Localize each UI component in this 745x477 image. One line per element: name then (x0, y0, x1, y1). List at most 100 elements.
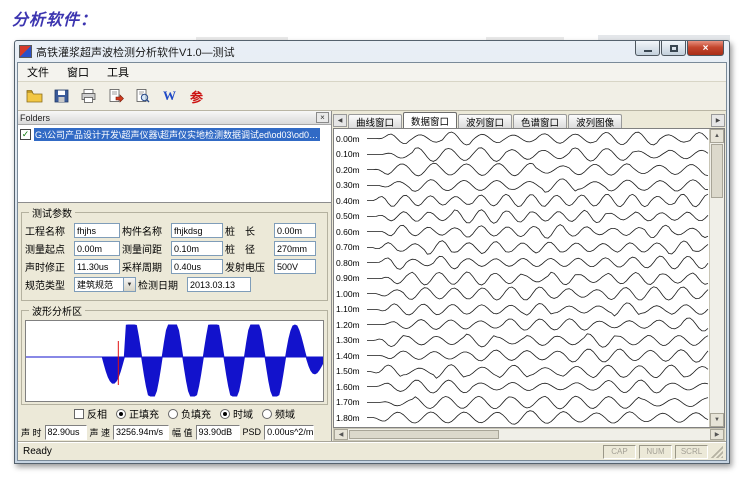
freq-domain-radio[interactable]: 频域 (262, 406, 295, 421)
wave-row[interactable]: 1.70m (334, 395, 709, 411)
scroll-thumb[interactable] (711, 144, 723, 198)
fill-positive-radio[interactable]: 正填充 (116, 406, 159, 421)
time-correction-input[interactable]: 11.30us (74, 259, 120, 274)
scroll-up-icon[interactable]: ▲ (710, 129, 724, 143)
tab-3[interactable]: 波列窗口 (458, 114, 512, 128)
wave-row[interactable]: 0.10m (334, 147, 709, 163)
wave-row[interactable]: 0.80m (334, 255, 709, 271)
tab-scroll-right-icon[interactable]: ▶ (711, 114, 725, 127)
scroll-track[interactable] (710, 199, 724, 413)
open-button[interactable] (22, 84, 47, 108)
wave-row[interactable]: 0.40m (334, 193, 709, 209)
page-heading: 分析软件： (12, 6, 97, 30)
folders-close-icon[interactable]: × (316, 112, 329, 123)
wave-row[interactable]: 1.80m (334, 410, 709, 426)
waveform-trace (367, 162, 709, 177)
scroll-left-icon[interactable]: ◀ (334, 429, 348, 440)
printer-icon (80, 88, 97, 104)
waveform-list: 0.00m0.10m 0.20m 0.30m 0.40m0.50m0.60m0.70m… (334, 129, 709, 427)
fill-negative-radio[interactable]: 负填充 (168, 406, 211, 421)
menu-item-tools[interactable]: 工具 (98, 62, 138, 82)
wave-row[interactable]: 0.00m (334, 131, 709, 147)
wave-row[interactable]: 0.50m (334, 209, 709, 225)
spec-type-select[interactable]: 建筑规范▼ (74, 277, 136, 292)
waveform-analysis-group: 波形分析区 (21, 303, 328, 405)
pile-length-input[interactable]: 0.00m (274, 223, 316, 238)
wave-row[interactable]: 1.30m (334, 333, 709, 349)
menu-item-file[interactable]: 文件 (18, 62, 58, 82)
tab-scroll-left-icon[interactable]: ◀ (333, 114, 347, 127)
project-name-label: 工程名称 (25, 223, 72, 238)
sample-period-input[interactable]: 0.40us (171, 259, 223, 274)
waveform-chart[interactable] (25, 320, 324, 402)
wave-row[interactable]: 1.60m (334, 379, 709, 395)
params-row: 工程名称 fhjhs 构件名称 fhjkdsg 桩 长 0.00m (25, 223, 324, 238)
params-button[interactable]: 参 (184, 84, 209, 108)
emit-voltage-input[interactable]: 500V (274, 259, 316, 274)
checkbox-checked-icon[interactable]: ✓ (20, 129, 31, 140)
status-cap: CAP (603, 445, 636, 459)
invert-checkbox[interactable]: 反相 (74, 406, 107, 421)
analysis-waveform (26, 321, 323, 401)
export-button[interactable] (103, 84, 128, 108)
tree-item-label[interactable]: G:\公司产品设计开发\超声仪器\超声仪实地检测数据调试ed\od03\od03… (34, 128, 320, 141)
waveform-trace (367, 209, 709, 224)
hscroll-track[interactable] (500, 429, 710, 440)
status-num: NUM (639, 445, 672, 459)
waveform-trace (367, 410, 709, 425)
horizontal-scrollbar[interactable]: ◀ ▶ (333, 428, 725, 441)
wave-row[interactable]: 0.70m (334, 240, 709, 256)
test-params-group: 测试参数 工程名称 fhjhs 构件名称 fhjkdsg 桩 长 0.00m 测… (21, 205, 328, 301)
hscroll-thumb[interactable] (349, 430, 499, 439)
wave-row[interactable]: 0.90m (334, 271, 709, 287)
scroll-down-icon[interactable]: ▼ (710, 413, 724, 427)
print-button[interactable] (76, 84, 101, 108)
waveform-trace (367, 178, 709, 193)
tab-5[interactable]: 波列图像 (568, 114, 622, 128)
depth-label: 0.20m (334, 165, 367, 175)
wave-row[interactable]: 1.20m (334, 317, 709, 333)
measure-spacing-input[interactable]: 0.10m (171, 241, 223, 256)
preview-icon (134, 88, 151, 104)
vertical-scrollbar[interactable]: ▲ ▼ (709, 129, 724, 427)
minimize-button[interactable] (635, 41, 660, 56)
close-button[interactable]: × (687, 41, 724, 56)
wave-row[interactable]: 1.00m (334, 286, 709, 302)
project-name-input[interactable]: fhjhs (74, 223, 120, 238)
test-date-input[interactable]: 2013.03.13 (187, 277, 251, 292)
wave-row[interactable]: 0.60m (334, 224, 709, 240)
pile-diameter-input[interactable]: 270mm (274, 241, 316, 256)
resize-grip[interactable] (711, 446, 723, 458)
tab-2[interactable]: 数据窗口 (403, 112, 457, 128)
wave-row[interactable]: 1.50m (334, 364, 709, 380)
test-params-title: 测试参数 (29, 205, 75, 220)
pile-length-label: 桩 长 (225, 223, 272, 238)
wave-row[interactable]: 1.10m (334, 302, 709, 318)
radio-selected-icon (116, 409, 126, 419)
depth-label: 0.30m (334, 180, 367, 190)
component-name-input[interactable]: fhjkdsg (171, 223, 223, 238)
waveform-trace (367, 379, 709, 394)
depth-label: 1.10m (334, 304, 367, 314)
tab-1[interactable]: 曲线窗口 (348, 114, 402, 128)
measure-start-input[interactable]: 0.00m (74, 241, 120, 256)
tree-item[interactable]: ✓ G:\公司产品设计开发\超声仪器\超声仪实地检测数据调试ed\od03\od… (20, 128, 329, 141)
tabstrip: ◀ 曲线窗口数据窗口波列窗口色谱窗口波列图像 ▶ (332, 111, 726, 128)
window-title: 高铁灌浆超声波检测分析软件V1.0—测试 (36, 44, 235, 60)
wave-row[interactable]: 0.20m (334, 162, 709, 178)
scroll-right-icon[interactable]: ▶ (710, 429, 724, 440)
word-export-button[interactable]: W (157, 84, 182, 108)
maximize-button[interactable] (661, 41, 686, 56)
menu-item-window[interactable]: 窗口 (58, 62, 98, 82)
wave-row[interactable]: 0.30m (334, 178, 709, 194)
titlebar: 高铁灌浆超声波检测分析软件V1.0—测试 × (15, 41, 729, 62)
export-report-icon (107, 88, 124, 104)
left-panel: Folders × ✓ G:\公司产品设计开发\超声仪器\超声仪实地检测数据调试… (18, 111, 332, 442)
wave-row[interactable]: 1.40m (334, 348, 709, 364)
chevron-down-icon[interactable]: ▼ (123, 278, 135, 291)
time-domain-radio[interactable]: 时域 (220, 406, 253, 421)
save-button[interactable] (49, 84, 74, 108)
print-preview-button[interactable] (130, 84, 155, 108)
waveform-trace (367, 348, 709, 363)
tab-4[interactable]: 色谱窗口 (513, 114, 567, 128)
